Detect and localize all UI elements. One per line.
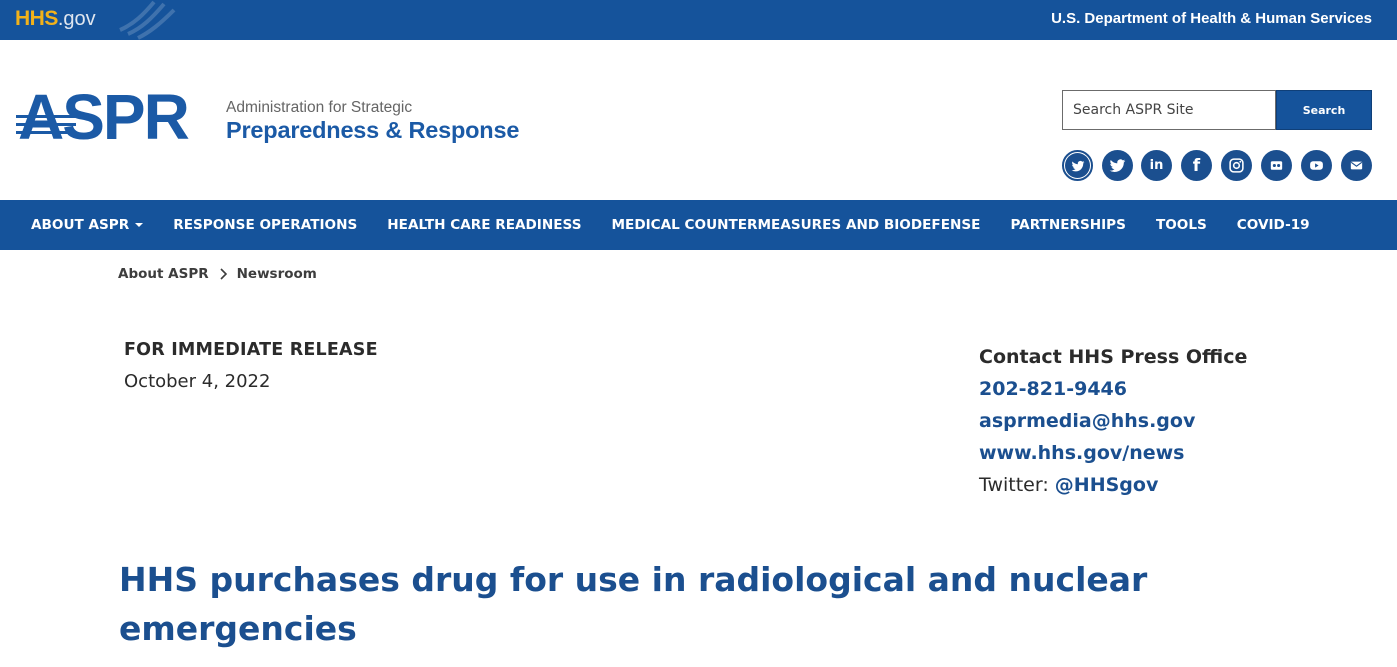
contact-email-link[interactable]: asprmedia@hhs.gov xyxy=(979,405,1247,437)
twitter-link[interactable] xyxy=(1102,150,1133,181)
nav-item-partnerships[interactable]: PARTNERSHIPS xyxy=(995,200,1140,250)
search-input[interactable] xyxy=(1062,90,1276,130)
nav-item-tools[interactable]: TOOLS xyxy=(1141,200,1222,250)
nav-item-about-aspr[interactable]: ABOUT ASPR xyxy=(16,200,158,250)
youtube-icon xyxy=(1310,161,1323,170)
twitter-icon xyxy=(1109,159,1126,173)
article-headline: HHS purchases drug for use in radiologic… xyxy=(119,560,1148,648)
hhs-department-name[interactable]: U.S. Department of Health & Human Servic… xyxy=(1051,10,1372,27)
nav-item-response-operations[interactable]: RESPONSE OPERATIONS xyxy=(158,200,372,250)
aspr-logo-acronym[interactable]: ASPR xyxy=(18,82,190,152)
twitter-bird-icon xyxy=(1065,153,1090,178)
email-icon xyxy=(1350,161,1363,170)
nav-item-medical-countermeasures[interactable]: MEDICAL COUNTERMEASURES AND BIODEFENSE xyxy=(597,200,996,250)
twitter-circle-link[interactable] xyxy=(1062,150,1093,181)
release-date: October 4, 2022 xyxy=(124,371,271,392)
breadcrumb: About ASPR Newsroom xyxy=(118,266,317,282)
aspr-logo-line1: Administration for Strategic xyxy=(226,99,413,116)
nav-item-label: TOOLS xyxy=(1155,217,1207,233)
contact-title: Contact HHS Press Office xyxy=(979,346,1248,368)
contact-phone-link[interactable]: 202-821-9446 xyxy=(979,373,1247,405)
hhs-logo-text: HHS xyxy=(15,7,58,30)
nav-item-label: HEALTH CARE READINESS xyxy=(387,217,582,233)
hhs-gov-logo[interactable]: HHS .gov xyxy=(15,7,96,33)
youtube-link[interactable] xyxy=(1301,150,1332,181)
facebook-link[interactable]: f xyxy=(1181,150,1212,181)
hhs-top-bar: HHS .gov U.S. Department of Health & Hum… xyxy=(0,0,1397,40)
caret-down-icon xyxy=(135,223,144,227)
contact-website-link[interactable]: www.hhs.gov/news xyxy=(979,437,1247,469)
nav-item-label: PARTNERSHIPS xyxy=(1010,217,1126,233)
nav-item-label: RESPONSE OPERATIONS xyxy=(173,217,358,233)
aspr-logo-line2: Preparedness & Response xyxy=(226,117,520,143)
search-button[interactable]: Search xyxy=(1276,90,1372,130)
flickr-link[interactable] xyxy=(1261,150,1292,181)
nav-item-label: COVID-19 xyxy=(1236,217,1310,233)
contact-twitter-link[interactable]: @HHSgov xyxy=(1055,474,1159,496)
nav-item-label: MEDICAL COUNTERMEASURES AND BIODEFENSE xyxy=(611,217,981,233)
breadcrumb-about-aspr[interactable]: About ASPR xyxy=(118,266,209,282)
flickr-icon xyxy=(1270,161,1283,170)
linkedin-icon: in xyxy=(1149,158,1164,173)
contact-twitter: Twitter: @HHSgov xyxy=(979,469,1247,501)
nav-item-covid-19[interactable]: COVID-19 xyxy=(1222,200,1325,250)
nav-item-health-care-readiness[interactable]: HEALTH CARE READINESS xyxy=(372,200,596,250)
main-nav: ABOUT ASPR RESPONSE OPERATIONS HEALTH CA… xyxy=(0,200,1397,250)
email-link[interactable] xyxy=(1341,150,1372,181)
hhs-eagle-icon xyxy=(119,0,176,40)
press-contact: Contact HHS Press Office 202-821-9446 as… xyxy=(979,341,1247,501)
contact-twitter-label: Twitter: xyxy=(979,474,1055,496)
facebook-icon: f xyxy=(1192,155,1201,176)
instagram-icon xyxy=(1229,158,1244,173)
release-label: FOR IMMEDIATE RELEASE xyxy=(124,340,378,360)
breadcrumb-newsroom[interactable]: Newsroom xyxy=(237,266,317,282)
chevron-right-icon xyxy=(220,268,227,280)
linkedin-link[interactable]: in xyxy=(1141,150,1172,181)
instagram-link[interactable] xyxy=(1221,150,1252,181)
nav-item-label: ABOUT ASPR xyxy=(31,217,130,233)
hhs-logo-suffix: .gov xyxy=(57,8,96,30)
